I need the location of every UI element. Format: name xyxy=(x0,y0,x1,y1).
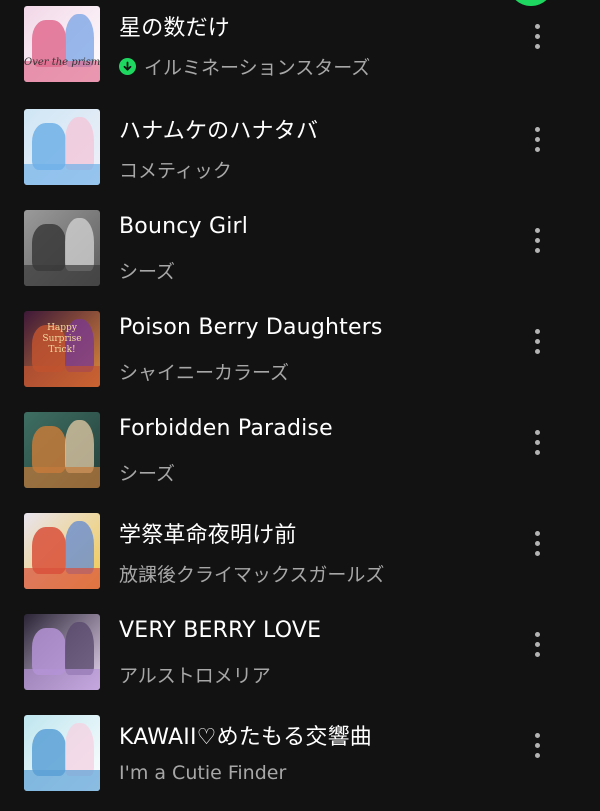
more-options-button[interactable] xyxy=(522,16,552,56)
track-artist: イルミネーションスターズ xyxy=(144,57,371,79)
album-art-figure xyxy=(31,425,66,473)
dot-icon xyxy=(534,328,540,334)
track-row[interactable]: ハナムケのハナタバ コメティック xyxy=(0,101,600,202)
album-art-figure xyxy=(65,520,94,574)
track-artist: コメティック xyxy=(119,160,232,182)
track-meta: シーズ xyxy=(119,459,175,486)
album-art xyxy=(24,109,100,185)
dot-icon xyxy=(534,43,540,49)
album-art-figure xyxy=(65,621,94,675)
track-title: Bouncy Girl xyxy=(119,214,249,239)
dot-icon xyxy=(534,136,540,142)
dot-icon xyxy=(534,227,540,233)
dot-icon xyxy=(534,429,540,435)
album-art-figure xyxy=(65,116,94,170)
track-row[interactable]: Over the prism 星の数だけイルミネーションスターズ xyxy=(0,0,600,99)
album-art xyxy=(24,614,100,690)
dot-icon xyxy=(534,742,540,748)
track-title: 学祭革命夜明け前 xyxy=(119,523,297,548)
track-artist: 放課後クライマックスガールズ xyxy=(119,564,385,586)
more-options-button[interactable] xyxy=(522,725,552,765)
album-art xyxy=(24,412,100,488)
more-options-button[interactable] xyxy=(522,119,552,159)
album-art-text: Over the prism xyxy=(24,57,100,68)
more-options-button[interactable] xyxy=(522,624,552,664)
track-row[interactable]: 学祭革命夜明け前放課後クライマックスガールズ xyxy=(0,505,600,606)
dot-icon xyxy=(534,550,540,556)
track-title: Forbidden Paradise xyxy=(119,416,333,441)
album-art-figure xyxy=(65,217,94,271)
dot-icon xyxy=(534,530,540,536)
track-row[interactable]: Bouncy Girl シーズ xyxy=(0,202,600,303)
dot-icon xyxy=(534,247,540,253)
dot-icon xyxy=(534,23,540,29)
dot-icon xyxy=(534,348,540,354)
track-meta: シャイニーカラーズ xyxy=(119,358,289,385)
album-art-figure xyxy=(31,122,66,170)
track-meta: シーズ xyxy=(119,257,175,284)
album-art-figure xyxy=(31,526,66,574)
track-title: ハナムケのハナタバ xyxy=(119,119,319,144)
dot-icon xyxy=(534,651,540,657)
track-title: VERY BERRY LOVE xyxy=(119,618,322,643)
album-art-ground xyxy=(24,668,100,690)
track-list: Over the prism 星の数だけイルミネーションスターズハナムケのハナタバ… xyxy=(0,0,600,811)
track-row[interactable]: Happy Surprise Trick! Poison Berry Daught… xyxy=(0,303,600,404)
album-art-ground xyxy=(24,163,100,185)
dot-icon xyxy=(534,752,540,758)
dot-icon xyxy=(534,126,540,132)
dot-icon xyxy=(534,641,540,647)
dot-icon xyxy=(534,449,540,455)
track-artist: シャイニーカラーズ xyxy=(119,362,290,384)
track-meta: I'm a Cutie Finder xyxy=(119,762,286,784)
album-art-figure xyxy=(31,728,66,776)
track-meta: コメティック xyxy=(119,156,232,183)
dot-icon xyxy=(534,732,540,738)
dot-icon xyxy=(534,237,540,243)
album-art xyxy=(24,513,100,589)
album-art-figure xyxy=(31,627,66,675)
track-artist: シーズ xyxy=(119,261,176,283)
track-artist: シーズ xyxy=(119,463,176,485)
album-art-ground xyxy=(24,365,100,387)
track-title: Poison Berry Daughters xyxy=(119,315,383,340)
track-meta: イルミネーションスターズ xyxy=(119,53,370,80)
track-row[interactable]: VERY BERRY LOVE アルストロメリア xyxy=(0,606,600,707)
album-art: Happy Surprise Trick! xyxy=(24,311,100,387)
track-title: 星の数だけ xyxy=(119,16,231,41)
track-row[interactable]: KAWAII♡めたもる交響曲 I'm a Cutie Finder xyxy=(0,707,600,808)
album-art-ground xyxy=(24,769,100,791)
more-options-button[interactable] xyxy=(522,220,552,260)
album-art-ground xyxy=(24,466,100,488)
album-art-figure xyxy=(31,223,66,271)
downloaded-icon xyxy=(119,58,136,75)
album-art-figure xyxy=(65,722,94,776)
dot-icon xyxy=(534,631,540,637)
dot-icon xyxy=(534,540,540,546)
dot-icon xyxy=(534,33,540,39)
track-artist: I'm a Cutie Finder xyxy=(119,762,287,784)
track-artist: アルストロメリア xyxy=(119,665,271,687)
more-options-button[interactable] xyxy=(522,422,552,462)
track-meta: 放課後クライマックスガールズ xyxy=(119,560,384,587)
dot-icon xyxy=(534,338,540,344)
more-options-button[interactable] xyxy=(522,321,552,361)
album-art-text: Happy Surprise Trick! xyxy=(42,323,82,355)
track-meta: アルストロメリア xyxy=(119,661,271,688)
album-art xyxy=(24,210,100,286)
track-title: KAWAII♡めたもる交響曲 xyxy=(119,725,372,750)
dot-icon xyxy=(534,439,540,445)
album-art xyxy=(24,715,100,791)
album-art-figure xyxy=(65,419,94,473)
album-art-ground xyxy=(24,567,100,589)
album-art: Over the prism xyxy=(24,6,100,82)
album-art-ground xyxy=(24,264,100,286)
dot-icon xyxy=(534,146,540,152)
more-options-button[interactable] xyxy=(522,523,552,563)
track-row[interactable]: Forbidden Paradise シーズ xyxy=(0,404,600,505)
arrow-down-icon xyxy=(123,61,132,71)
